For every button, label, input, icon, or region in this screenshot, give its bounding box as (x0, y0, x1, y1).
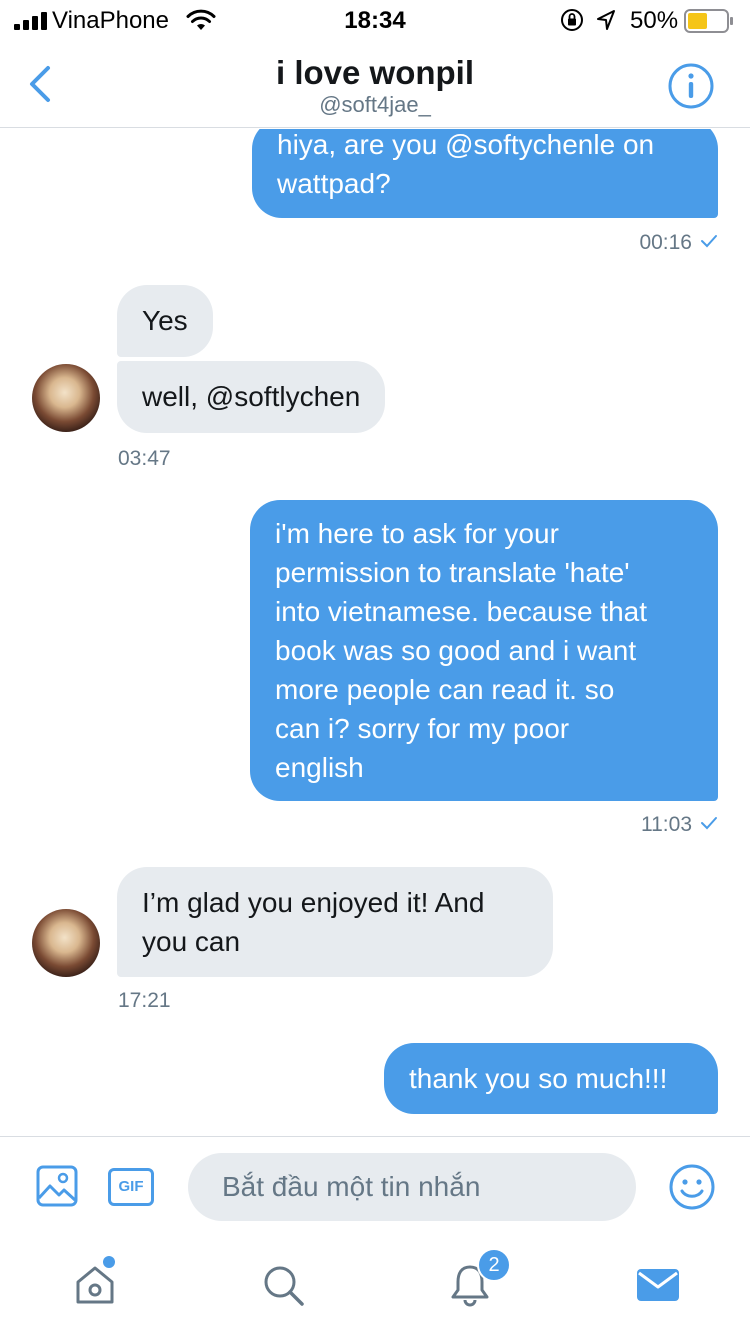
emoji-icon[interactable] (668, 1163, 716, 1211)
message-timestamp: 17:21 (118, 989, 171, 1013)
timestamp-text: 17:21 (118, 989, 171, 1012)
status-bar: VinaPhone 18:34 50% (0, 0, 750, 40)
notifications-badge: 2 (477, 1248, 511, 1282)
message-bubble-sent[interactable]: i'm here to ask for your permission to t… (250, 500, 718, 801)
timestamp-text: 00:16 (639, 231, 692, 254)
home-icon[interactable] (72, 1262, 118, 1308)
envelope-icon[interactable] (635, 1262, 681, 1308)
message-line: you can (142, 926, 241, 957)
message-line: i'm here to ask for your (275, 518, 559, 549)
timestamp-text: 03:47 (118, 447, 171, 470)
message-line: book was so good and i want (275, 635, 637, 666)
search-icon[interactable] (260, 1262, 306, 1308)
message-timestamp: 00:16 (560, 231, 718, 255)
message-timestamp: 03:47 (118, 447, 171, 471)
timestamp-text: 11:03 (641, 813, 692, 836)
new-content-dot (103, 1256, 115, 1268)
message-input[interactable] (188, 1153, 636, 1221)
message-line: can i? sorry for my poor (275, 713, 570, 744)
location-arrow-icon (597, 10, 615, 30)
message-line: I’m glad you enjoyed it! And (142, 887, 485, 918)
message-line: thank you so much!!! (409, 1063, 668, 1094)
message-bubble-sent[interactable]: thank you so much!!! (384, 1043, 718, 1114)
message-composer: GIF (0, 1136, 750, 1234)
battery-percentage: 50% (630, 7, 679, 34)
image-icon[interactable] (36, 1165, 78, 1207)
message-bubble-received[interactable]: well, @softlychen (117, 361, 386, 433)
message-thread[interactable]: hiya, are you @softychenle on wattpad? 0… (0, 129, 750, 1135)
message-bubble-received[interactable]: Yes (117, 285, 213, 357)
message-timestamp: 11:03 (560, 813, 718, 837)
message-line: well, @softlychen (142, 381, 361, 412)
sent-check-icon (701, 817, 717, 830)
message-line: hiya, are you @softychenle on (277, 129, 655, 160)
battery-icon (684, 9, 733, 33)
sent-check-icon (701, 235, 717, 248)
gif-button[interactable]: GIF (108, 1168, 154, 1206)
message-line: permission to translate 'hate' (275, 557, 630, 588)
message-line: wattpad? (277, 168, 391, 199)
conversation-title: i love wonpil (275, 54, 475, 91)
message-bubble-received[interactable]: I’m glad you enjoyed it! And you can (117, 867, 553, 977)
message-line: into vietnamese. because that (275, 596, 648, 627)
info-icon[interactable] (667, 62, 715, 110)
conversation-handle: @soft4jae_ (319, 92, 431, 117)
message-line: Yes (142, 305, 188, 336)
conversation-header: i love wonpil @soft4jae_ (0, 40, 750, 128)
avatar[interactable] (32, 909, 100, 977)
message-bubble-sent[interactable]: hiya, are you @softychenle on wattpad? (252, 129, 718, 218)
message-line: more people can read it. so (275, 674, 615, 705)
tab-bar: 2 (0, 1234, 750, 1334)
message-line: english (275, 752, 364, 783)
rotation-lock-icon (561, 9, 583, 31)
avatar[interactable] (32, 364, 100, 432)
